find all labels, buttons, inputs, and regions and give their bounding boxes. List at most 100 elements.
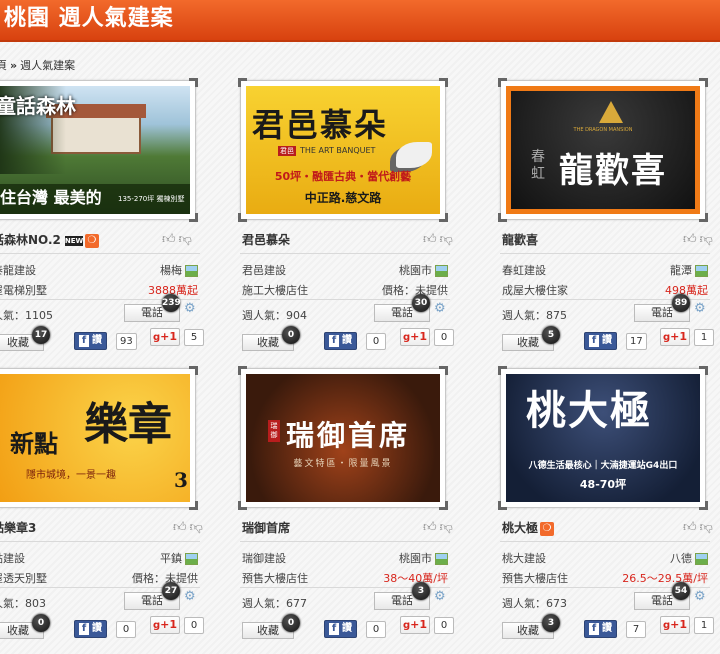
frame-corner	[699, 501, 708, 510]
project-thumbnail[interactable]: 瑞御 瑞御首席 藝文特區・限量風景	[238, 366, 448, 510]
weekly-popularity: 人氣：803	[0, 597, 46, 610]
image-line-1: 50坪・融匯古典・當代創藝	[274, 170, 412, 183]
breadcrumb-separator: »	[10, 59, 18, 72]
thumbs-down-icon[interactable]: 👎︎	[700, 232, 713, 247]
facebook-like-button[interactable]: f讚	[324, 332, 357, 350]
project-name[interactable]: 瑞御首席	[242, 519, 290, 536]
frame-corner	[498, 213, 507, 222]
facebook-like-button[interactable]: f讚	[74, 332, 107, 350]
thumbs-up-icon[interactable]: 👍︎	[683, 520, 697, 535]
thumbs-up-icon[interactable]: 👍︎	[162, 232, 176, 247]
google-plus-button[interactable]: g+1	[660, 616, 690, 634]
frame-corner	[189, 213, 198, 222]
project-name-text[interactable]: 君邑慕朵	[242, 233, 290, 247]
google-plus-button[interactable]: g+1	[660, 328, 690, 346]
project-card: 桃大極 八德生活最核心｜大湳捷運站G4出口 48-70坪 桃大極 ❍ 👍︎ 👎︎ 桃…	[498, 366, 720, 653]
thumbs-up-icon[interactable]: 👍︎	[423, 232, 437, 247]
image-title: 桃大極	[526, 387, 652, 434]
favorite-count-badge: 3	[542, 614, 560, 632]
city-name: 龍潭	[670, 264, 692, 277]
map-icon[interactable]	[435, 553, 448, 565]
facebook-like-button[interactable]: f讚	[324, 620, 357, 638]
google-plus-count: 0	[184, 617, 204, 634]
thumbs-up-icon[interactable]: 👍︎	[683, 232, 697, 247]
project-thumbnail[interactable]: 新點 樂章 3 隱市城境，一景一趣	[0, 366, 198, 510]
project-name-text[interactable]: 龍歡喜	[502, 233, 538, 247]
image-line-2: 48-70坪	[579, 478, 627, 491]
builder-name[interactable]: 瑞御建設	[242, 550, 286, 566]
map-icon[interactable]	[185, 265, 198, 277]
map-icon[interactable]	[695, 553, 708, 565]
project-type: 預售大樓店住	[242, 572, 308, 585]
thumbs-down-icon[interactable]: 👎︎	[440, 520, 453, 535]
project-name[interactable]: 桃大極 ❍	[502, 519, 555, 536]
map-icon[interactable]	[695, 265, 708, 277]
project-thumbnail[interactable]: 君邑慕朵 君邑 THE ART BANQUET 50坪・融匯古典・當代創藝 中正…	[238, 78, 448, 222]
project-name-text[interactable]: 點樂章3	[0, 521, 36, 535]
thumbs-up-icon[interactable]: 👍︎	[423, 520, 437, 535]
city-info: 桃園市	[399, 262, 448, 278]
project-card: THE DRAGON MANSION 春 虹 龍歡喜 龍歡喜 👍︎ 👎︎ 春虹建設…	[498, 78, 720, 365]
google-plus-button[interactable]: g+1	[150, 328, 180, 346]
builder-name[interactable]: 君邑建設	[242, 262, 286, 278]
project-name[interactable]: 點樂章3	[0, 519, 36, 536]
project-type: 屋電梯別墅	[0, 284, 47, 297]
new-tag-icon: NEW	[64, 235, 84, 246]
frame-corner	[699, 78, 708, 87]
google-plus-count: 1	[694, 617, 714, 634]
divider	[0, 253, 200, 254]
facebook-like-button[interactable]: f讚	[584, 620, 617, 638]
builder-name[interactable]: 點建設	[0, 550, 25, 566]
facebook-like-button[interactable]: f讚	[584, 332, 617, 350]
gear-icon[interactable]: ⚙	[434, 302, 448, 316]
thumbs-down-icon[interactable]: 👎︎	[700, 520, 713, 535]
gear-icon[interactable]: ⚙	[184, 302, 198, 316]
facebook-like-label: 讚	[92, 623, 102, 634]
project-thumbnail[interactable]: THE DRAGON MANSION 春 虹 龍歡喜	[498, 78, 708, 222]
frame-corner	[699, 213, 708, 222]
frame-corner	[189, 366, 198, 375]
facebook-like-label: 讚	[342, 623, 352, 634]
project-thumbnail[interactable]: 桃大極 八德生活最核心｜大湳捷運站G4出口 48-70坪	[498, 366, 708, 510]
project-name[interactable]: 話森林NO.2NEW❍	[0, 231, 99, 248]
google-plus-button[interactable]: g+1	[400, 616, 430, 634]
project-name-text[interactable]: 桃大極	[502, 521, 538, 535]
project-name[interactable]: 君邑慕朵	[242, 231, 290, 248]
image-tiny-text: THE DRAGON MANSION	[573, 127, 633, 133]
rating-icons: 👍︎ 👎︎	[683, 520, 716, 535]
facebook-icon: f	[329, 623, 339, 635]
thumbs-down-icon[interactable]: 👎︎	[440, 232, 453, 247]
gear-icon[interactable]: ⚙	[694, 302, 708, 316]
google-plus-label: +1	[410, 330, 428, 343]
thumbs-down-icon[interactable]: 👎︎	[179, 232, 192, 247]
image-logo: 君邑	[278, 146, 296, 156]
thumbs-down-icon[interactable]: 👎︎	[190, 520, 203, 535]
builder-name[interactable]: 桃大建設	[502, 550, 546, 566]
phone-count-badge: 89	[672, 294, 690, 312]
breadcrumb-home-link[interactable]: 頁	[0, 59, 7, 72]
city-name: 八德	[670, 552, 692, 565]
facebook-like-button[interactable]: f讚	[74, 620, 107, 638]
project-name-text[interactable]: 話森林NO.2	[0, 233, 61, 247]
facebook-icon: f	[589, 623, 599, 635]
gear-icon[interactable]: ⚙	[434, 590, 448, 604]
rating-icons: 👍︎ 👎︎	[423, 232, 456, 247]
builder-name[interactable]: 泰龍建設	[0, 262, 36, 278]
project-thumbnail[interactable]: 童話森林 住台灣 最美的 135-270坪 獨棟別墅	[0, 78, 198, 222]
builder-name[interactable]: 春虹建設	[502, 262, 546, 278]
map-icon[interactable]	[435, 265, 448, 277]
rating-icons: 👍︎ 👎︎	[683, 232, 716, 247]
google-plus-label: +1	[160, 330, 178, 343]
frame-corner	[238, 501, 247, 510]
facebook-like-label: 讚	[602, 335, 612, 346]
weekly-popularity: 週人氣：673	[502, 597, 567, 610]
map-icon[interactable]	[185, 553, 198, 565]
project-name[interactable]: 龍歡喜	[502, 231, 538, 248]
project-name-text[interactable]: 瑞御首席	[242, 521, 290, 535]
thumbs-up-icon[interactable]: 👍︎	[173, 520, 187, 535]
gear-icon[interactable]: ⚙	[694, 590, 708, 604]
google-plus-button[interactable]: g+1	[150, 616, 180, 634]
gear-icon[interactable]: ⚙	[184, 590, 198, 604]
project-type: 預售大樓店住	[502, 572, 568, 585]
google-plus-button[interactable]: g+1	[400, 328, 430, 346]
